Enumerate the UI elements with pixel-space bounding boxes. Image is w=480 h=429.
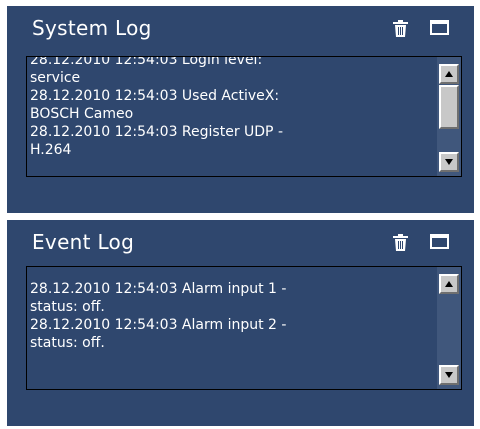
log-line: 28.12.2010 12:54:03 Used ActiveX: [30,88,280,104]
window-icon[interactable] [429,233,451,251]
log-line: 28.12.2010 12:54:03 Login level: [30,56,263,68]
scroll-down-button[interactable] [439,365,459,385]
log-line: service [30,70,81,86]
system-log-scrollbar[interactable] [437,57,461,176]
log-line: 28.12.2010 12:54:03 Alarm input 1 - [30,281,287,297]
event-log-panel: Event Log 28.12.2010 12:54:03 Alarm inpu… [7,220,474,426]
system-log-panel: System Log 28.12.2010 12:54:03 Login lev… [7,6,474,213]
system-log-title: System Log [32,16,152,40]
log-line: status: off. [30,299,105,315]
scroll-down-button[interactable] [439,152,459,172]
arrow-up-icon [445,71,453,77]
log-line: 28.12.2010 12:54:03 Alarm input 2 - [30,317,287,333]
arrow-down-icon [445,372,453,378]
system-log-box[interactable]: 28.12.2010 12:54:03 Login level: service… [26,56,462,177]
trash-icon[interactable] [391,19,410,38]
event-log-box[interactable]: 28.12.2010 12:54:03 Alarm input 1 - stat… [26,266,462,390]
event-log-title: Event Log [32,230,135,254]
arrow-up-icon [445,281,453,287]
log-line: BOSCH Cameo [30,106,134,122]
log-line: status: off. [30,335,105,351]
system-log-text: 28.12.2010 12:54:03 Login level: service… [30,56,426,159]
scroll-thumb[interactable] [439,85,459,129]
event-log-text: 28.12.2010 12:54:03 Alarm input 1 - stat… [30,280,426,352]
window-icon[interactable] [429,19,451,37]
arrow-down-icon [445,159,453,165]
trash-icon[interactable] [391,233,410,252]
scroll-up-button[interactable] [439,64,459,84]
event-log-scrollbar[interactable] [437,267,461,389]
log-line: 28.12.2010 12:54:03 Register UDP - [30,124,283,140]
log-line: H.264 [30,142,72,158]
scroll-up-button[interactable] [439,274,459,294]
